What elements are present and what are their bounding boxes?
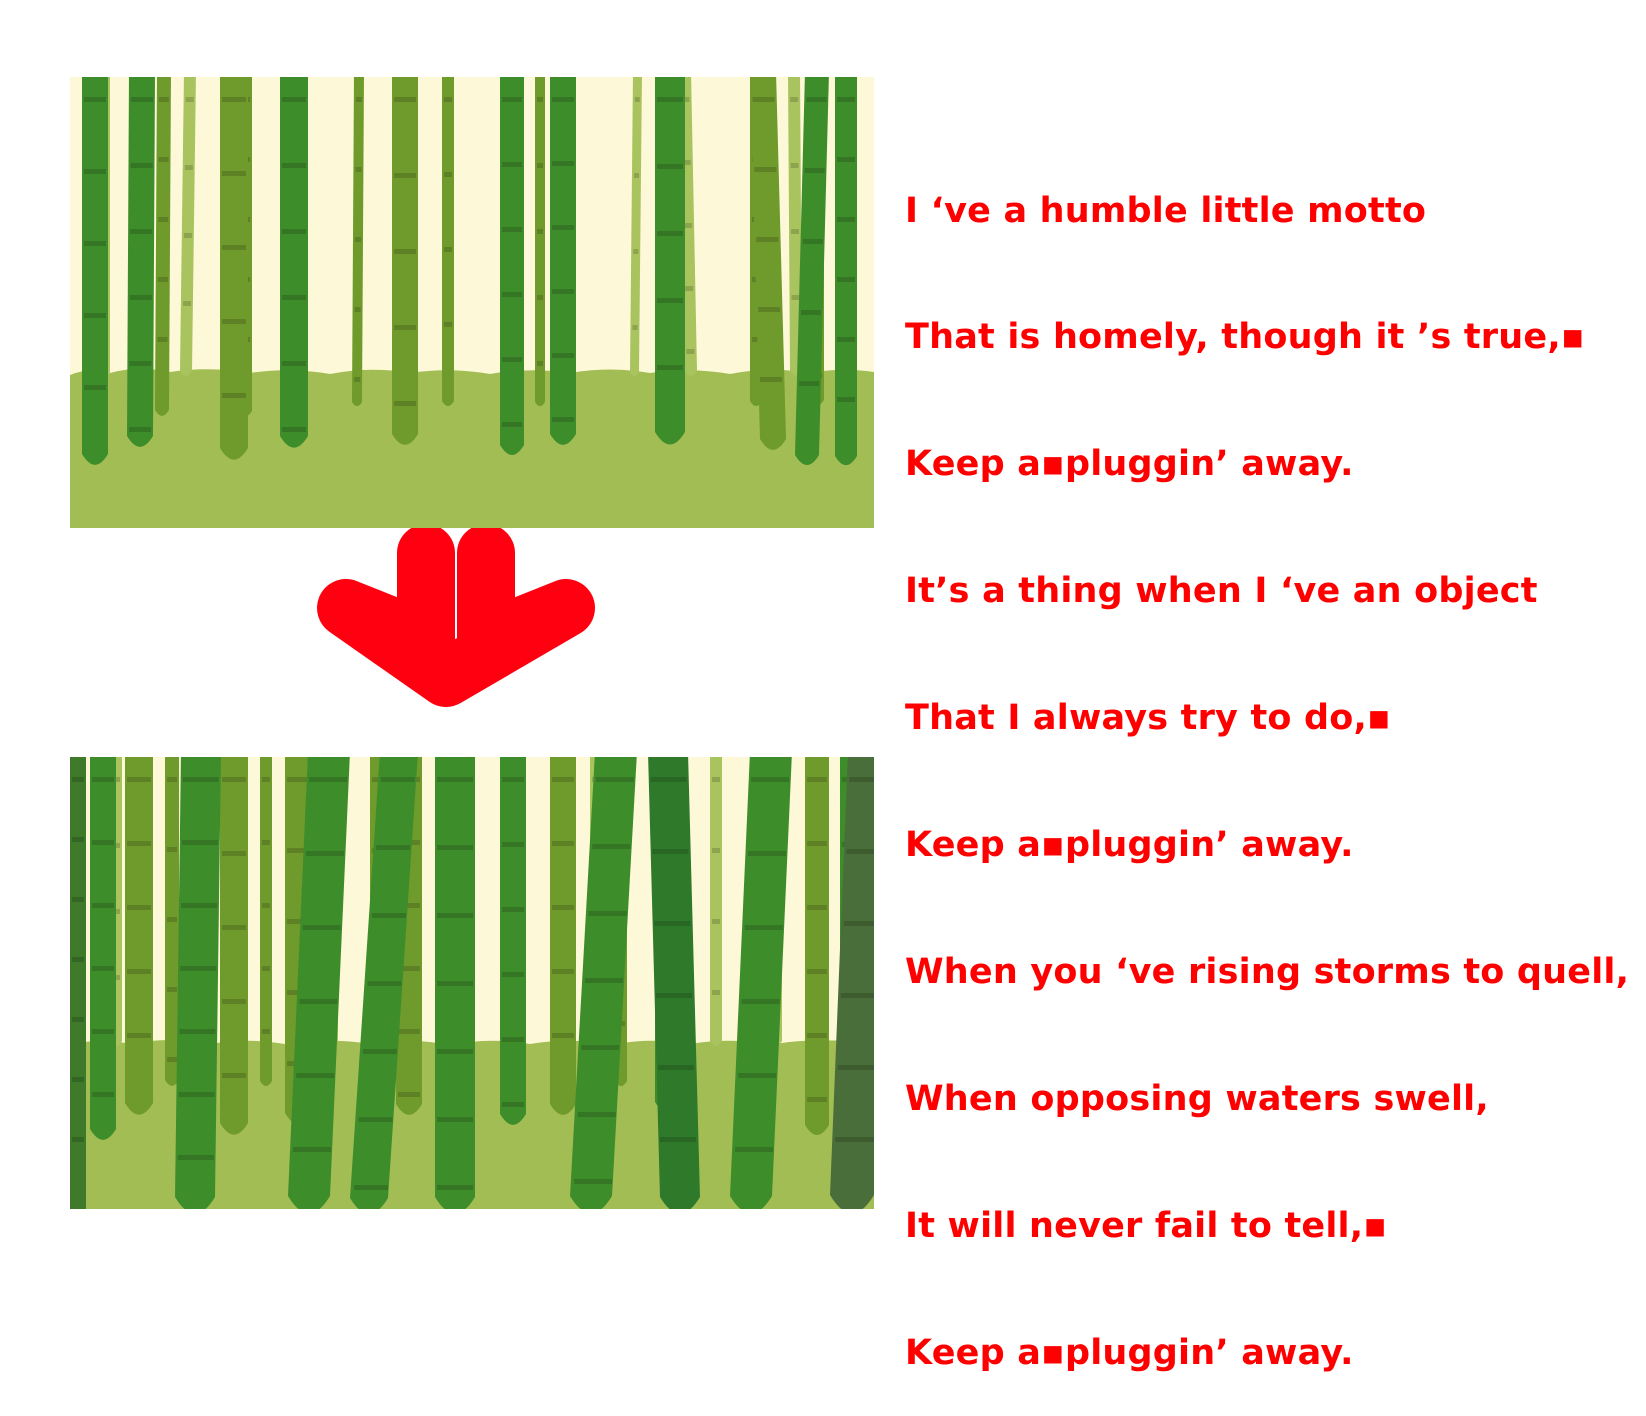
poem-line: When you ‘ve rising storms to quell, <box>905 951 1630 992</box>
bamboo-stalk <box>442 77 454 406</box>
bamboo-stalk <box>500 77 524 455</box>
bamboo-stalk <box>805 757 829 1135</box>
bamboo-stalk <box>175 757 221 1209</box>
poem-line: It’s a thing when I ‘ve an object <box>905 571 1538 612</box>
bamboo-stalk <box>550 77 576 445</box>
bamboo-stalk <box>220 757 248 1135</box>
bamboo-stalk <box>127 77 155 447</box>
poem: I ‘ve a humble little motto That is home… <box>905 105 1629 1416</box>
poem-line: When opposing waters swell, <box>905 1078 1489 1119</box>
bamboo-stalk <box>155 77 171 416</box>
poem-line: I ‘ve a humble little motto <box>905 190 1427 231</box>
bamboo-stalk <box>70 757 86 1209</box>
bamboo-stalk <box>435 757 475 1209</box>
poem-line: That I always try to do,▪ <box>905 698 1391 739</box>
bamboo-stalks <box>70 757 874 1209</box>
bamboo-stalk <box>220 77 248 460</box>
bamboo-stalk <box>500 757 526 1125</box>
poem-line: Keep a▪pluggin’ away. <box>905 1332 1354 1373</box>
poem-line: That is homely, though it ’s true,▪ <box>905 317 1585 358</box>
down-arrow-icon <box>317 528 595 707</box>
bamboo-forest-after-image <box>70 757 874 1209</box>
bamboo-stalk <box>535 77 545 407</box>
poem-line: Keep a▪pluggin’ away. <box>905 444 1354 485</box>
bamboo-stalk <box>260 757 272 1086</box>
bamboo-stalk <box>90 757 116 1140</box>
bamboo-stalk <box>165 757 179 1086</box>
poem-line: Keep a▪pluggin’ away. <box>905 825 1354 866</box>
bamboo-stalk <box>125 757 153 1115</box>
bamboo-stalk <box>280 77 308 448</box>
bamboo-stalk <box>392 77 418 445</box>
bamboo-stalk <box>655 77 685 445</box>
bamboo-stalk <box>550 757 576 1115</box>
bamboo-stalk <box>352 77 364 407</box>
bamboo-stalk <box>710 757 722 1046</box>
bamboo-stalk <box>835 77 857 466</box>
bamboo-forest-before-image <box>70 77 874 528</box>
bamboo-stalk <box>82 77 108 465</box>
